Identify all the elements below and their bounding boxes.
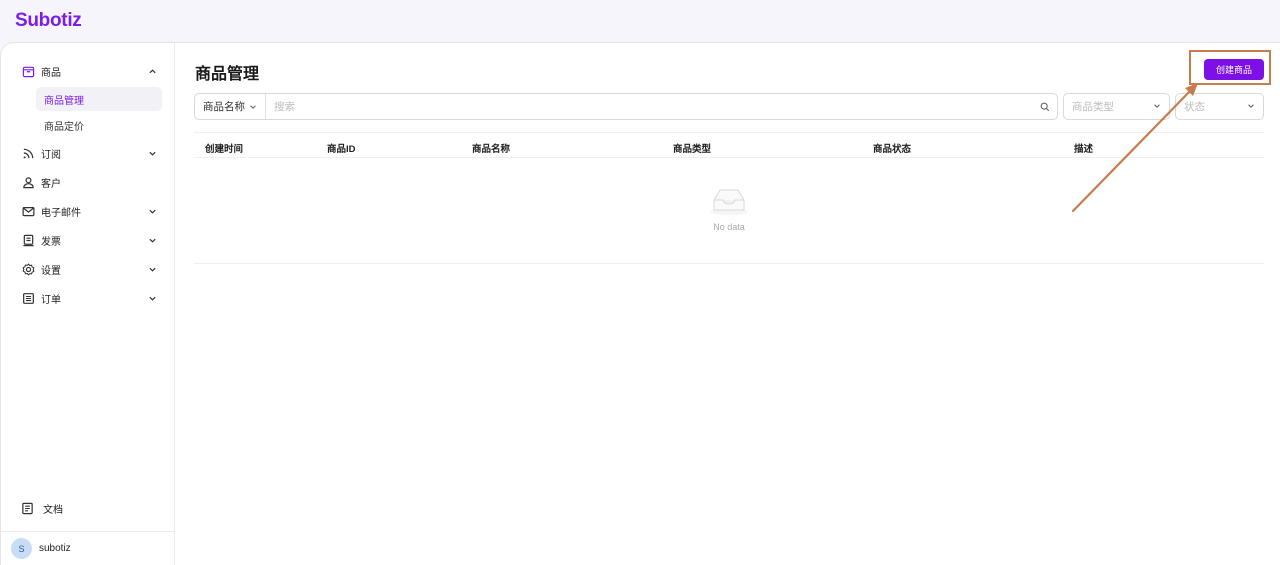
chevron-up-icon xyxy=(146,66,158,78)
chevron-down-icon xyxy=(146,293,158,305)
rss-icon xyxy=(21,147,35,161)
app-shell: 商品 商品管理 商品定价 订阅 客户 电子邮件 发票 设置 订单 文档 S su… xyxy=(0,42,1280,565)
chevron-down-icon xyxy=(146,206,158,218)
sidebar-subitem-label: 商品定价 xyxy=(44,121,84,133)
empty-inbox-icon xyxy=(708,186,750,221)
gear-icon xyxy=(21,263,35,277)
sidebar-subitem-product-management[interactable]: 商品管理 xyxy=(36,87,162,111)
table-header: 创建时间 商品ID 商品名称 商品类型 商品状态 描述 xyxy=(194,132,1264,158)
search-bar: 商品名称 xyxy=(194,93,1058,120)
sidebar-nav: 商品 商品管理 商品定价 订阅 客户 电子邮件 发票 设置 订单 xyxy=(1,43,174,313)
sidebar-item-label: 商品 xyxy=(41,68,61,79)
sidebar-subitem-label: 商品管理 xyxy=(44,95,84,107)
column-header: 创建时间 xyxy=(205,144,244,155)
list-icon xyxy=(21,292,35,306)
search-field-label: 商品名称 xyxy=(203,101,245,113)
sidebar-item-label: 电子邮件 xyxy=(41,208,81,219)
sidebar-item-label: 订阅 xyxy=(41,150,61,161)
empty-state-text: No data xyxy=(713,222,745,232)
avatar: S xyxy=(11,538,32,559)
main-content: 商品管理 创建商品 商品名称 商品类型 状态 xyxy=(175,43,1280,565)
sidebar-item-label: 文档 xyxy=(43,505,63,516)
search-field-select[interactable]: 商品名称 xyxy=(195,94,266,119)
search-input[interactable] xyxy=(266,94,1033,119)
sidebar-item-label: 发票 xyxy=(41,237,61,248)
status-placeholder: 状态 xyxy=(1184,101,1205,113)
empty-state: No data xyxy=(194,158,1264,264)
sidebar-item-products[interactable]: 商品 xyxy=(13,57,162,86)
chevron-down-icon xyxy=(249,103,257,111)
invoice-icon xyxy=(21,234,35,248)
create-product-button[interactable]: 创建商品 xyxy=(1204,59,1264,80)
sidebar-item-label: 设置 xyxy=(41,266,61,277)
sidebar-item-customers[interactable]: 客户 xyxy=(13,168,162,197)
column-header: 商品类型 xyxy=(673,144,712,155)
sidebar-subitem-product-pricing[interactable]: 商品定价 xyxy=(36,113,162,137)
product-type-select[interactable]: 商品类型 xyxy=(1063,93,1170,120)
sidebar-item-docs[interactable]: 文档 xyxy=(21,501,63,516)
chevron-down-icon xyxy=(1247,102,1255,110)
chevron-down-icon xyxy=(1153,102,1161,110)
page-title: 商品管理 xyxy=(195,66,260,83)
column-header: 商品名称 xyxy=(472,144,511,155)
top-bar: Subotiz xyxy=(0,0,1280,42)
doc-icon xyxy=(21,502,34,515)
sidebar-item-label: 订单 xyxy=(41,295,61,306)
sidebar-item-email[interactable]: 电子邮件 xyxy=(13,197,162,226)
sidebar-item-settings[interactable]: 设置 xyxy=(13,255,162,284)
mail-icon xyxy=(21,205,35,219)
user-profile[interactable]: S subotiz xyxy=(1,531,174,565)
app-logo[interactable]: Subotiz xyxy=(15,10,82,32)
sidebar-item-label: 客户 xyxy=(41,179,61,190)
search-icon[interactable] xyxy=(1033,102,1057,112)
sidebar-item-invoices[interactable]: 发票 xyxy=(13,226,162,255)
box-icon xyxy=(21,65,35,79)
sidebar: 商品 商品管理 商品定价 订阅 客户 电子邮件 发票 设置 订单 文档 S su… xyxy=(1,43,175,565)
column-header: 商品状态 xyxy=(873,144,912,155)
chevron-down-icon xyxy=(146,235,158,247)
product-type-placeholder: 商品类型 xyxy=(1072,101,1114,113)
column-header: 商品ID xyxy=(327,144,356,155)
status-select[interactable]: 状态 xyxy=(1175,93,1264,120)
column-header: 描述 xyxy=(1074,144,1094,155)
sidebar-item-orders[interactable]: 订单 xyxy=(13,284,162,313)
products-table: 创建时间 商品ID 商品名称 商品类型 商品状态 描述 No data xyxy=(194,132,1264,264)
chevron-down-icon xyxy=(146,148,158,160)
user-name: subotiz xyxy=(39,543,71,554)
sidebar-item-subscriptions[interactable]: 订阅 xyxy=(13,139,162,168)
user-icon xyxy=(21,176,35,190)
chevron-down-icon xyxy=(146,264,158,276)
